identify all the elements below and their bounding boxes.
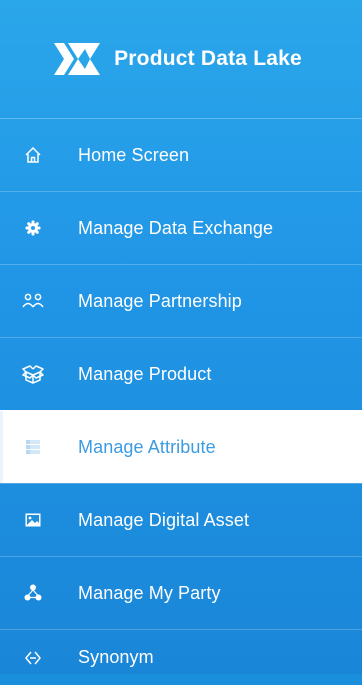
users-icon: [22, 290, 44, 312]
brand-name: Product Data Lake: [114, 47, 302, 70]
sidebar-item-synonym[interactable]: Synonym: [0, 629, 362, 685]
sidebar-item-home-screen[interactable]: Home Screen: [0, 118, 362, 191]
sidebar-item-label: Manage Digital Asset: [78, 509, 250, 530]
pdl-x-logo-icon: [54, 43, 101, 75]
box-icon: [22, 363, 44, 385]
sidebar-item-manage-data-exchange[interactable]: Manage Data Exchange: [0, 191, 362, 264]
sidebar-item-label: Manage My Party: [78, 582, 221, 603]
brand-header[interactable]: Product Data Lake: [0, 0, 362, 118]
sidebar-item-label: Manage Product: [78, 363, 212, 384]
sidebar-item-manage-product[interactable]: Manage Product: [0, 337, 362, 410]
sidebar-item-manage-digital-asset[interactable]: Manage Digital Asset: [0, 483, 362, 556]
sidebar-item-label: Manage Attribute: [78, 436, 216, 457]
sidebar-item-label: Home Screen: [78, 144, 190, 165]
sidebar-item-label: Manage Partnership: [78, 290, 242, 311]
home-icon: [22, 144, 44, 166]
sidebar-item-label: Manage Data Exchange: [78, 217, 274, 238]
sidebar-item-manage-attribute[interactable]: Manage Attribute: [0, 410, 362, 483]
sidebar-item-manage-my-party[interactable]: Manage My Party: [0, 556, 362, 629]
sidebar: Product Data Lake Home Screen Manage Dat…: [0, 0, 362, 674]
sidebar-item-manage-partnership[interactable]: Manage Partnership: [0, 264, 362, 337]
image-icon: [22, 509, 44, 531]
party-icon: [22, 582, 44, 604]
sidebar-menu: Home Screen Manage Data Exchange Manage …: [0, 118, 362, 685]
synonym-icon: [22, 647, 44, 669]
gear-icon: [22, 217, 44, 239]
list-icon: [22, 436, 44, 458]
sidebar-item-label: Synonym: [78, 647, 154, 667]
